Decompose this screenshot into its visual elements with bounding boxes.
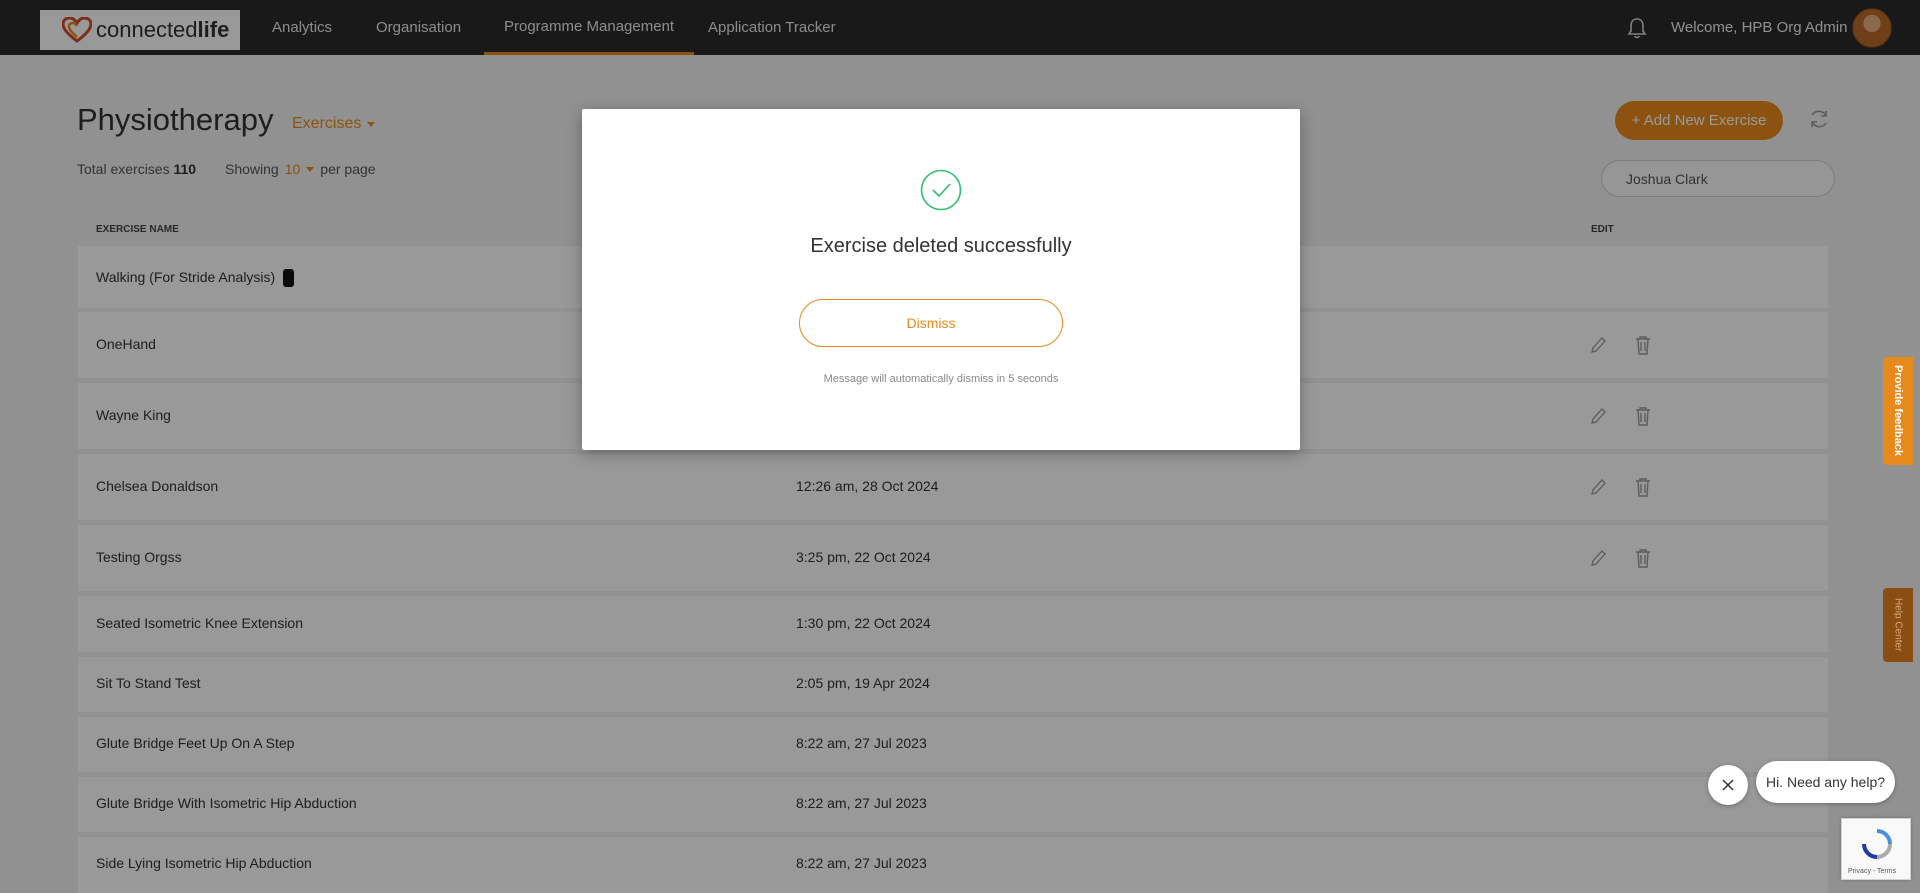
check-circle-icon	[920, 169, 962, 211]
recaptcha-text[interactable]: Privacy - Terms	[1848, 868, 1896, 875]
recaptcha-badge[interactable]: Privacy - Terms	[1841, 818, 1911, 880]
chat-close-button[interactable]	[1708, 765, 1748, 805]
recaptcha-icon	[1862, 829, 1892, 859]
dismiss-button[interactable]: Dismiss	[799, 299, 1063, 347]
provide-feedback-tab[interactable]: Provide feedback	[1883, 357, 1913, 465]
success-modal: Exercise deleted successfully Dismiss Me…	[582, 109, 1300, 450]
help-center-tab[interactable]: Help Center	[1883, 588, 1913, 662]
modal-message: Exercise deleted successfully	[810, 235, 1072, 257]
auto-dismiss-text: Message will automatically dismiss in 5 …	[823, 373, 1059, 385]
chat-help-bubble[interactable]: Hi. Need any help?	[1756, 761, 1895, 803]
close-icon	[1722, 779, 1734, 791]
